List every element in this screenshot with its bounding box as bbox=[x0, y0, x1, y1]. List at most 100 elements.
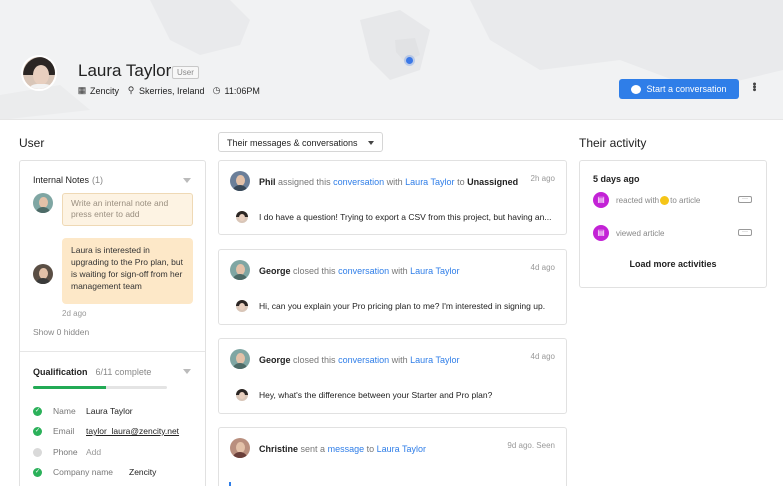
start-conversation-label: Start a conversation bbox=[646, 84, 727, 94]
internal-notes-header[interactable]: Internal Notes (1) bbox=[33, 175, 103, 185]
note-author-avatar bbox=[33, 264, 53, 284]
event-with: with bbox=[391, 355, 408, 365]
activity-text-pre: reacted with bbox=[616, 195, 660, 205]
qualification-header[interactable]: Qualification 6/11 complete bbox=[33, 367, 151, 377]
conversation-card[interactable]: Phil assigned this conversation with Lau… bbox=[218, 160, 567, 235]
event-with: with bbox=[391, 266, 408, 276]
qualification-progress-fill bbox=[33, 386, 107, 389]
activity-item[interactable]: ▤ reacted with to article bbox=[593, 192, 700, 208]
conversation-card[interactable]: George closed this conversation with Lau… bbox=[218, 249, 567, 325]
note-timestamp: 2d ago bbox=[62, 309, 87, 318]
teammate-avatar bbox=[230, 349, 250, 369]
user-link[interactable]: Laura Taylor bbox=[410, 355, 459, 365]
company-icon: ▦ bbox=[77, 85, 87, 95]
conversation-card[interactable]: Christine sent a message to Laura Taylor… bbox=[218, 427, 567, 486]
local-time: 11:06PM bbox=[224, 85, 260, 96]
activity-text-post: to article bbox=[670, 195, 701, 205]
user-details-panel: Internal Notes (1) Write an internal note… bbox=[19, 160, 206, 486]
qualification-row[interactable]: Phone Add bbox=[33, 447, 101, 457]
complete-check-icon: ✓ bbox=[33, 406, 42, 416]
qualification-row[interactable]: ✓ Name Laura Taylor bbox=[33, 406, 133, 416]
assignee: Unassigned bbox=[467, 177, 519, 187]
time-meta: ◷ 11:06PM bbox=[212, 85, 260, 96]
conversation-event: George closed this conversation with Lau… bbox=[259, 355, 460, 365]
qualification-progress-bar bbox=[33, 386, 167, 389]
complete-check-icon: ✓ bbox=[33, 467, 42, 477]
conversation-event: Christine sent a message to Laura Taylor bbox=[259, 444, 426, 454]
collapse-qualification-icon[interactable] bbox=[183, 369, 191, 374]
article-icon: ▤ bbox=[593, 225, 609, 241]
event-author: George bbox=[259, 266, 291, 276]
qualification-row[interactable]: ✓ Company name Zencity bbox=[33, 467, 156, 477]
teammate-avatar bbox=[230, 260, 250, 280]
message-preview: Hey, what's the difference between your … bbox=[259, 390, 493, 400]
left-column-title: User bbox=[19, 136, 45, 150]
conversation-link[interactable]: conversation bbox=[333, 177, 384, 187]
activity-panel: 5 days ago ▤ reacted with to article ···… bbox=[579, 160, 767, 288]
qualification-row[interactable]: ✓ Email taylor_laura@zencity.net bbox=[33, 426, 179, 436]
activity-text: viewed article bbox=[616, 228, 665, 238]
show-hidden-notes-link[interactable]: Show 0 hidden bbox=[33, 327, 89, 337]
company-meta[interactable]: ▦ Zencity bbox=[77, 85, 119, 96]
field-value: Laura Taylor bbox=[86, 406, 133, 416]
chevron-down-icon bbox=[368, 141, 374, 145]
internal-notes-title: Internal Notes bbox=[33, 175, 90, 185]
activity-item[interactable]: ▤ viewed article bbox=[593, 225, 664, 241]
conversation-link[interactable]: conversation bbox=[338, 355, 389, 365]
event-with: with bbox=[386, 177, 403, 187]
chat-icon bbox=[631, 84, 642, 94]
email-link[interactable]: taylor_laura@zencity.net bbox=[86, 426, 179, 436]
location-marker bbox=[406, 57, 413, 64]
smile-emoji-icon bbox=[660, 195, 670, 205]
user-avatar-small bbox=[236, 211, 248, 223]
event-time: 4d ago bbox=[530, 352, 555, 361]
article-icon: ▤ bbox=[593, 192, 609, 208]
internal-note: Laura is interested in upgrading to the … bbox=[62, 238, 193, 304]
event-time: 9d ago. Seen bbox=[507, 441, 555, 450]
conversation-link[interactable]: conversation bbox=[338, 266, 389, 276]
field-value: Zencity bbox=[129, 467, 157, 477]
event-verb: closed this bbox=[293, 355, 336, 365]
teammate-avatar bbox=[230, 438, 250, 458]
user-name: Laura Taylor bbox=[78, 61, 172, 80]
message-link[interactable]: message bbox=[328, 444, 365, 454]
start-conversation-button[interactable]: Start a conversation bbox=[619, 79, 739, 99]
conversation-event: George closed this conversation with Lau… bbox=[259, 266, 460, 276]
section-divider bbox=[20, 351, 205, 352]
user-link[interactable]: Laura Taylor bbox=[377, 444, 426, 454]
incomplete-check-icon bbox=[33, 447, 42, 457]
world-map-background bbox=[0, 0, 783, 119]
event-verb: assigned this bbox=[278, 177, 331, 187]
conversation-filter-dropdown[interactable]: Their messages & conversations bbox=[218, 132, 383, 152]
complete-check-icon: ✓ bbox=[33, 426, 42, 436]
more-options-icon[interactable]: ••• bbox=[748, 82, 760, 91]
clock-icon: ◷ bbox=[212, 85, 221, 95]
field-label: Email bbox=[53, 426, 75, 436]
agent-avatar bbox=[33, 193, 53, 213]
user-link[interactable]: Laura Taylor bbox=[410, 266, 459, 276]
teammate-avatar bbox=[230, 171, 250, 191]
location-pin-icon: ⚲ bbox=[127, 85, 135, 95]
field-label: Name bbox=[53, 406, 76, 416]
event-with: to bbox=[366, 444, 375, 454]
event-author: Phil bbox=[259, 177, 276, 187]
user-avatar-small bbox=[236, 300, 248, 312]
user-meta: ▦ Zencity ⚲ Skerries, Ireland ◷ 11:06PM bbox=[77, 85, 260, 96]
load-more-activities-button[interactable]: Load more activities bbox=[580, 259, 766, 269]
activity-details-icon[interactable]: ··· bbox=[738, 229, 752, 236]
collapse-notes-icon[interactable] bbox=[183, 178, 191, 183]
conversation-card[interactable]: George closed this conversation with Lau… bbox=[218, 338, 567, 414]
conversation-event: Phil assigned this conversation with Lau… bbox=[259, 177, 518, 187]
user-link[interactable]: Laura Taylor bbox=[405, 177, 454, 187]
activity-details-icon[interactable]: ··· bbox=[738, 196, 752, 203]
qualification-title: Qualification bbox=[33, 367, 88, 377]
filter-label: Their messages & conversations bbox=[227, 138, 358, 148]
field-label: Phone bbox=[53, 447, 78, 457]
user-avatar-small bbox=[236, 389, 248, 401]
event-verb: sent a bbox=[300, 444, 326, 454]
internal-note-input[interactable]: Write an internal note and press enter t… bbox=[62, 193, 193, 226]
user-avatar bbox=[21, 55, 57, 91]
company-name: Zencity bbox=[90, 85, 120, 96]
add-phone-link[interactable]: Add bbox=[86, 447, 101, 457]
message-preview: I do have a question! Trying to export a… bbox=[259, 212, 552, 222]
